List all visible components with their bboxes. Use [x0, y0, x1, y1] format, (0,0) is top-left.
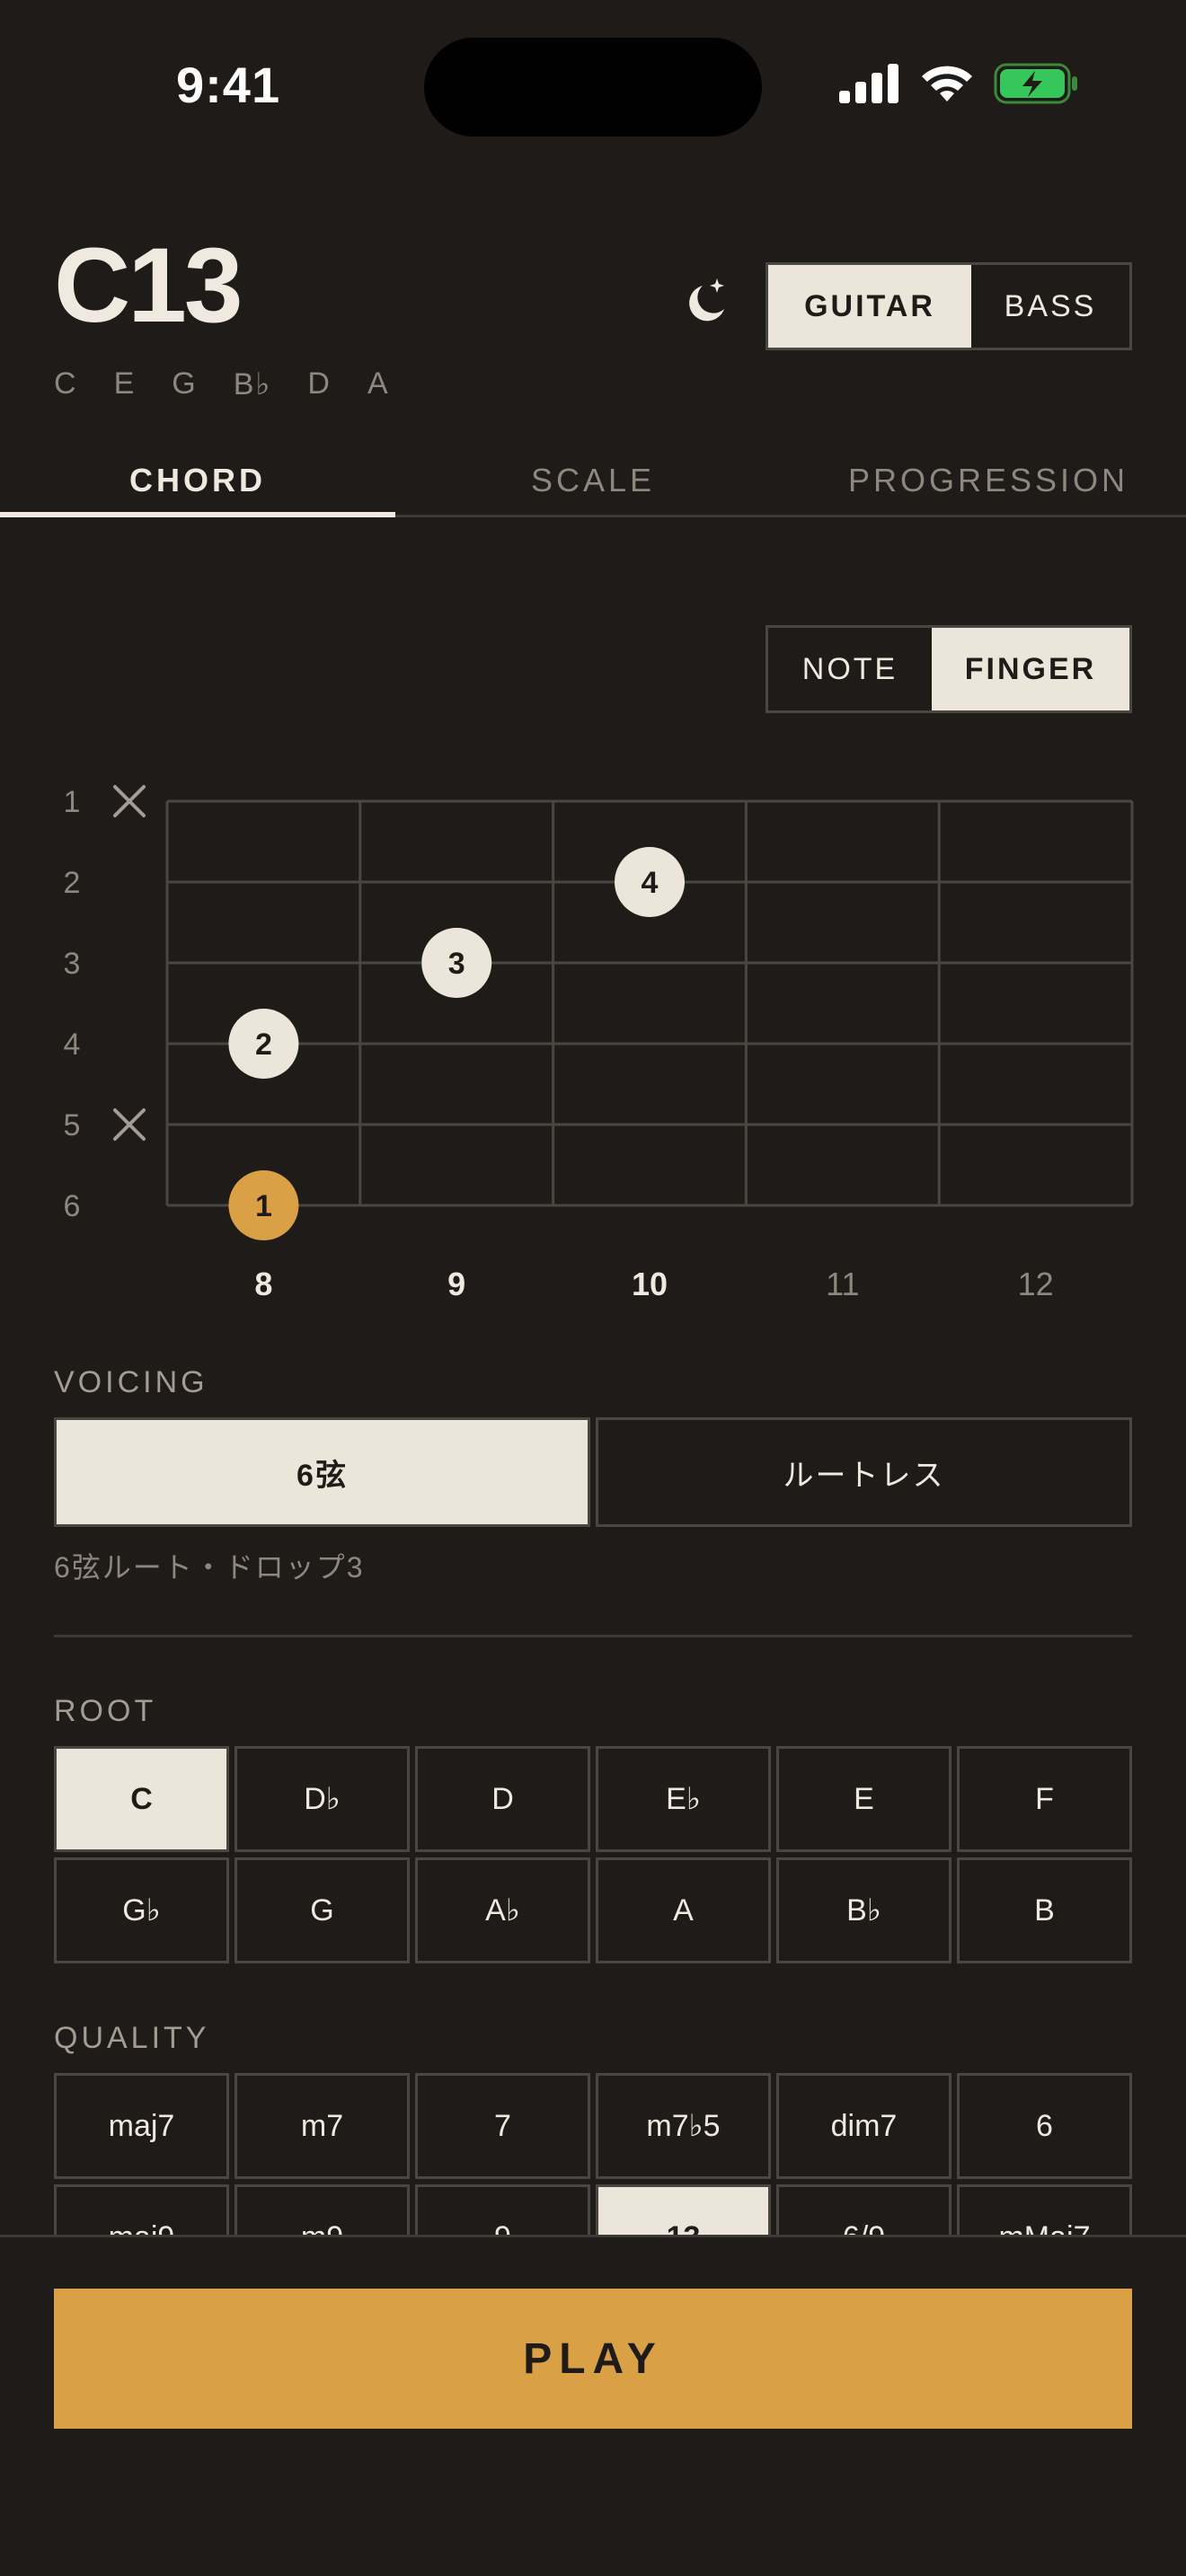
quality-label: QUALITY — [54, 2021, 210, 2055]
status-time: 9:41 — [176, 57, 281, 113]
signal-icon — [839, 64, 898, 103]
root-option[interactable]: C — [54, 1746, 229, 1852]
finger-number: 3 — [448, 947, 465, 981]
quality-option[interactable]: 6 — [957, 2073, 1132, 2179]
fret-number-label: 11 — [826, 1266, 859, 1302]
chord-note: E — [113, 366, 137, 401]
fret-number-label: 12 — [1018, 1266, 1054, 1302]
string-number-label: 3 — [64, 947, 81, 981]
root-label: ROOT — [54, 1694, 157, 1728]
quality-option[interactable]: dim7 — [776, 2073, 951, 2179]
string-number-label: 1 — [64, 785, 81, 819]
voicing-option-rootless[interactable]: ルートレス — [596, 1417, 1132, 1527]
quality-option[interactable]: m7♭5 — [596, 2073, 771, 2179]
fret-number-label: 9 — [447, 1266, 465, 1302]
quality-option[interactable]: mMaj7 — [957, 2184, 1132, 2235]
voicing-option-6string[interactable]: 6弦 — [54, 1417, 590, 1527]
root-option[interactable]: A — [596, 1857, 771, 1963]
root-option[interactable]: F — [957, 1746, 1132, 1852]
finger-number: 2 — [255, 1028, 272, 1062]
theme-toggle-button[interactable] — [676, 273, 733, 331]
quality-scroll-area: maj7 m7 7 m7♭5 dim7 6 maj9 m9 9 13 6/9 m… — [54, 2073, 1132, 2235]
chord-title: C13 — [54, 226, 243, 345]
chord-note: B♭ — [233, 367, 272, 401]
tab-progression[interactable]: PROGRESSION — [791, 453, 1186, 515]
root-option[interactable]: E♭ — [596, 1746, 771, 1852]
quality-option[interactable]: maj7 — [54, 2073, 229, 2179]
finger-number: 1 — [255, 1189, 272, 1223]
chord-note: C — [54, 366, 78, 401]
instrument-toggle: GUITAR BASS — [766, 262, 1132, 350]
quality-option[interactable]: m9 — [235, 2184, 410, 2235]
voicing-description: 6弦ルート・ドロップ3 — [54, 1551, 365, 1584]
instrument-bass-option[interactable]: BASS — [971, 265, 1129, 348]
quality-option[interactable]: 6/9 — [776, 2184, 951, 2235]
muted-string-icon — [113, 785, 146, 817]
chord-note: G — [172, 366, 198, 401]
root-option[interactable]: G♭ — [54, 1857, 229, 1963]
fretboard-diagram: 1234568 9 10 11 124321 — [64, 785, 1134, 1302]
display-mode-toggle: NOTE FINGER — [766, 625, 1132, 713]
root-option[interactable]: B — [957, 1857, 1132, 1963]
tab-scale[interactable]: SCALE — [395, 453, 791, 515]
instrument-guitar-option[interactable]: GUITAR — [768, 265, 971, 348]
finger-number: 4 — [642, 866, 659, 900]
root-option[interactable]: A♭ — [415, 1857, 590, 1963]
status-icons — [839, 63, 1080, 104]
voicing-label: VOICING — [54, 1365, 208, 1399]
moon-stars-icon — [689, 278, 724, 322]
quality-option[interactable]: 9 — [415, 2184, 590, 2235]
quality-grid: maj7 m7 7 m7♭5 dim7 6 maj9 m9 9 13 6/9 m… — [54, 2073, 1132, 2235]
string-number-label: 2 — [64, 866, 81, 900]
section-divider — [54, 1635, 1132, 1637]
muted-string-icon — [113, 1108, 146, 1141]
string-number-label: 4 — [64, 1028, 81, 1062]
root-grid: C D♭ D E♭ E F G♭ G A♭ A B♭ B — [54, 1746, 1132, 1963]
string-number-label: 5 — [64, 1108, 81, 1142]
chord-note: D — [307, 366, 332, 401]
display-note-option[interactable]: NOTE — [768, 628, 932, 710]
string-number-label: 6 — [64, 1189, 81, 1223]
voicing-selector: 6弦 ルートレス — [54, 1417, 1132, 1527]
root-option[interactable]: D♭ — [235, 1746, 410, 1852]
fret-number-label: 10 — [632, 1266, 668, 1302]
wifi-icon — [922, 66, 972, 101]
quality-option[interactable]: 13 — [596, 2184, 771, 2235]
root-option[interactable]: G — [235, 1857, 410, 1963]
play-button[interactable]: PLAY — [54, 2289, 1132, 2429]
main-tabs: CHORD SCALE PROGRESSION — [0, 453, 1186, 517]
root-option[interactable]: D — [415, 1746, 590, 1852]
root-option[interactable]: E — [776, 1746, 951, 1852]
chord-notes: C E G B♭ D A — [54, 366, 390, 402]
tab-chord[interactable]: CHORD — [0, 453, 395, 517]
quality-option[interactable]: maj9 — [54, 2184, 229, 2235]
display-finger-option[interactable]: FINGER — [932, 628, 1129, 710]
quality-option[interactable]: 7 — [415, 2073, 590, 2179]
chord-note: A — [367, 366, 390, 401]
root-option[interactable]: B♭ — [776, 1857, 951, 1963]
fret-number-label: 8 — [254, 1266, 272, 1302]
battery-icon — [994, 63, 1077, 104]
quality-option[interactable]: m7 — [235, 2073, 410, 2179]
dynamic-island — [424, 38, 762, 137]
